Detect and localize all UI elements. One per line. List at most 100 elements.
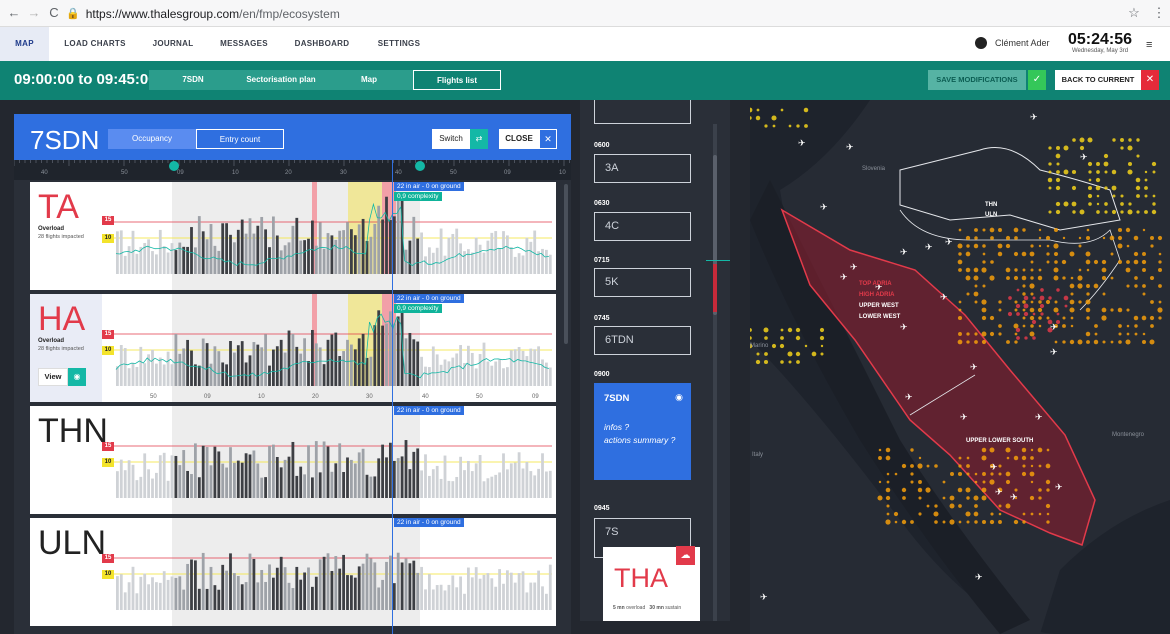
tab-messages[interactable]: MESSAGES — [218, 27, 270, 61]
aircraft-icon[interactable]: ✈ — [760, 592, 768, 602]
aircraft-icon[interactable]: ✈ — [850, 262, 858, 272]
range-end-handle[interactable] — [415, 161, 425, 171]
occupancy-bar — [151, 349, 154, 386]
aircraft-icon[interactable]: ✈ — [1030, 112, 1038, 122]
occupancy-bar — [217, 351, 221, 386]
aircraft-icon[interactable]: ✈ — [1050, 322, 1058, 332]
tab-load-charts[interactable]: LOAD CHARTS — [60, 27, 130, 61]
save-modifications-button[interactable]: SAVE MODIFICATIONS — [928, 70, 1026, 90]
view-flights-list-button[interactable]: Flights list — [413, 70, 501, 90]
sector-popup-tha[interactable]: ☁ THA 5 mn overload 30 mn sustain — [603, 546, 700, 621]
occupancy-bar — [275, 235, 279, 274]
entry-count-tab[interactable]: Entry count — [196, 129, 284, 149]
aircraft-icon[interactable]: ✈ — [995, 487, 1003, 497]
aircraft-icon[interactable]: ✈ — [1035, 412, 1043, 422]
aircraft-icon[interactable]: ✈ — [990, 462, 998, 472]
occupancy-bar — [412, 451, 416, 498]
browser-menu-icon[interactable]: ⋮ — [1151, 5, 1167, 21]
timeline-slot[interactable]: 3A — [594, 154, 691, 183]
timeline-slot[interactable]: 4C — [594, 212, 691, 241]
occupancy-bar — [517, 347, 521, 386]
aircraft-icon[interactable]: ✈ — [945, 237, 953, 247]
aircraft-icon[interactable]: ✈ — [925, 242, 933, 252]
tab-journal[interactable]: JOURNAL — [148, 27, 198, 61]
occupancy-bar — [283, 245, 287, 274]
timeline-slot[interactable]: 5K — [594, 268, 691, 297]
occupancy-chart[interactable]: 50 09 10 20 30 40 50 09 — [102, 294, 552, 402]
slot-time: 0745 — [594, 315, 610, 322]
aircraft-icon[interactable]: ✈ — [960, 412, 968, 422]
aircraft-icon[interactable]: ✈ — [840, 272, 848, 282]
aircraft-icon[interactable]: ✈ — [905, 392, 913, 402]
aircraft-icon[interactable]: ✈ — [940, 292, 948, 302]
view-7sdn-button[interactable]: 7SDN — [149, 70, 237, 90]
hamburger-menu-icon[interactable]: ≡ — [1146, 39, 1152, 51]
occupancy-bar — [158, 357, 162, 386]
sector-card-thn[interactable]: THN 15 10 22 in air - 0 on ground — [30, 406, 556, 514]
view-button[interactable]: View — [38, 368, 68, 386]
aircraft-icon[interactable]: ✈ — [1010, 492, 1018, 502]
aircraft-icon[interactable]: ✈ — [798, 138, 806, 148]
time-ruler[interactable]: 40 50 09 10 20 30 40 50 09 10 — [14, 160, 571, 180]
occupancy-chart[interactable] — [102, 406, 552, 514]
occupancy-tab[interactable]: Occupancy — [108, 129, 196, 149]
occupancy-bar — [435, 585, 439, 610]
timeline-slot[interactable]: 6TDN — [594, 326, 691, 355]
close-icon[interactable]: ✕ — [1141, 70, 1159, 90]
tab-map[interactable]: MAP — [0, 27, 49, 61]
occupancy-bar — [221, 223, 225, 274]
occupancy-bar — [233, 352, 236, 386]
aircraft-icon[interactable]: ✈ — [900, 322, 908, 332]
selected-slot-card[interactable]: 7SDN ◉ infos ? actions summary ? — [594, 383, 691, 480]
back-arrow-icon[interactable]: ← — [6, 5, 22, 21]
axis-tick-label: 09 — [532, 394, 539, 400]
bookmark-star-icon[interactable]: ☆ — [1126, 5, 1142, 21]
occupancy-bar — [548, 470, 552, 498]
occupancy-bar — [334, 332, 338, 386]
close-x-icon[interactable]: ✕ — [539, 129, 557, 149]
airspace-map[interactable]: ✈ ✈✈✈✈✈ ✈ ✈✈✈✈✈✈✈✈✈✈✈✈✈✈✈✈✈✈ Slovenia Italy… — [750, 100, 1170, 634]
occupancy-bar — [545, 249, 548, 274]
back-to-current-button[interactable]: BACK TO CURRENT — [1055, 70, 1141, 90]
occupancy-bar — [459, 345, 462, 386]
user-menu[interactable]: Clément Ader — [975, 37, 1050, 49]
occupancy-bar — [509, 350, 513, 386]
aircraft-icon[interactable]: ✈ — [1080, 152, 1088, 162]
aircraft-icon[interactable]: ✈ — [1055, 482, 1063, 492]
occupancy-bar — [521, 255, 525, 274]
aircraft-icon[interactable]: ✈ — [846, 142, 854, 152]
occupancy-bar — [350, 459, 353, 498]
occupancy-bar — [459, 243, 462, 274]
occupancy-chart[interactable] — [102, 518, 552, 626]
sector-card-ta[interactable]: TA Overload 28 flights impacted 15 10 22… — [30, 182, 556, 290]
cards-scrollbar[interactable] — [564, 184, 568, 344]
occupancy-chart[interactable] — [102, 182, 552, 290]
switch-button[interactable]: Switch — [432, 129, 470, 149]
timeline-slot[interactable] — [594, 100, 691, 124]
view-sectorisation-button[interactable]: Sectorisation plan — [237, 70, 325, 90]
range-start-handle[interactable] — [169, 161, 179, 171]
aircraft-icon[interactable]: ✈ — [900, 247, 908, 257]
tab-settings[interactable]: SETTINGS — [375, 27, 423, 61]
view-map-button[interactable]: Map — [325, 70, 413, 90]
eye-icon[interactable]: ◉ — [675, 392, 683, 403]
switch-arrows-icon[interactable]: ⇄ — [470, 129, 488, 149]
aircraft-icon[interactable]: ✈ — [970, 362, 978, 372]
aircraft-icon[interactable]: ✈ — [1050, 347, 1058, 357]
aircraft-icon[interactable]: ✈ — [975, 572, 983, 582]
aircraft-icon[interactable]: ✈ — [820, 202, 828, 212]
close-panel-button[interactable]: CLOSE — [499, 129, 539, 149]
sector-card-ha[interactable]: HA Overload 28 flights impacted View ◉ 5… — [30, 294, 556, 402]
url-bar[interactable]: 🔒 https://www.thalesgroup.com/en/fmp/eco… — [66, 3, 1126, 24]
occupancy-bar — [369, 476, 373, 498]
check-icon[interactable]: ✓ — [1028, 70, 1046, 90]
occupancy-bar — [470, 352, 474, 386]
eye-icon[interactable]: ◉ — [68, 368, 86, 386]
forward-arrow-icon[interactable]: → — [26, 5, 42, 21]
occupancy-bar — [264, 477, 267, 498]
occupancy-bar — [357, 566, 361, 610]
tab-dashboard[interactable]: DASHBOARD — [292, 27, 352, 61]
occupancy-bar — [451, 233, 455, 274]
reload-icon[interactable]: C — [46, 5, 62, 21]
sector-card-uln[interactable]: ULN 15 10 22 in air - 0 on ground — [30, 518, 556, 626]
